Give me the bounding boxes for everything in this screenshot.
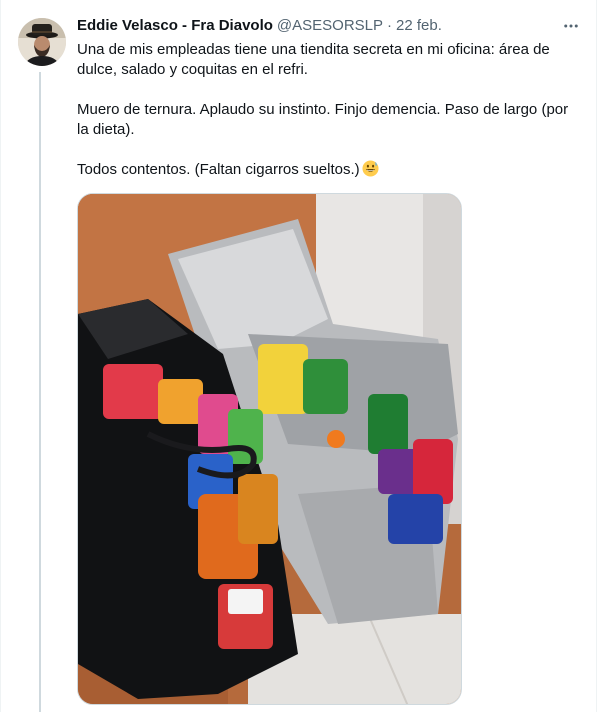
- avatar-man-hat-icon: [18, 18, 66, 66]
- tweet-date[interactable]: 22 feb.: [396, 16, 442, 36]
- author-display-name[interactable]: Eddie Velasco - Fra Diavolo: [77, 16, 273, 36]
- photo-snack-bags-icon: [78, 194, 461, 704]
- tweet-paragraph-3: Todos contentos. (Faltan cigarros suelto…: [77, 160, 583, 180]
- tweet-paragraph-2: Muero de ternura. Aplaudo su instinto. F…: [77, 101, 573, 138]
- tweet-photo[interactable]: [77, 193, 462, 705]
- thread-line: [39, 72, 41, 712]
- tweet-paragraph-3-text: Todos contentos. (Faltan cigarros suelto…: [77, 161, 360, 178]
- tweet-content: Eddie Velasco - Fra Diavolo @ASESORSLP ·…: [77, 14, 583, 180]
- more-button[interactable]: [559, 14, 583, 38]
- tweet-text: Una de mis empleadas tiene una tiendita …: [77, 40, 583, 180]
- grinning-face-with-sweat-emoji-icon: [362, 160, 379, 177]
- author-handle[interactable]: @ASESORSLP: [277, 16, 383, 36]
- separator-dot: ·: [387, 17, 393, 34]
- tweet-paragraph-1: Una de mis empleadas tiene una tiendita …: [77, 41, 554, 78]
- tweet-header: Eddie Velasco - Fra Diavolo @ASESORSLP ·…: [77, 14, 583, 38]
- more-icon: [564, 24, 578, 28]
- avatar[interactable]: [18, 18, 66, 66]
- tweet[interactable]: Eddie Velasco - Fra Diavolo @ASESORSLP ·…: [0, 0, 597, 712]
- left-border: [0, 0, 1, 712]
